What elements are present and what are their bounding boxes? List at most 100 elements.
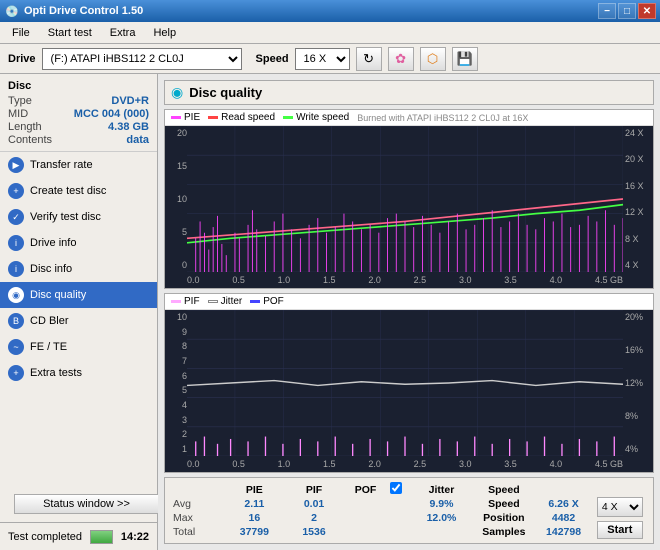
sidebar-item-transfer-rate[interactable]: ▶ Transfer rate bbox=[0, 152, 157, 178]
pif-legend-label: PIF bbox=[184, 296, 200, 307]
menu-file[interactable]: File bbox=[4, 25, 38, 41]
progress-bar bbox=[90, 530, 113, 544]
create-test-disc-label: Create test disc bbox=[30, 185, 106, 197]
disc-type-label: Type bbox=[8, 95, 32, 107]
max-pif: 2 bbox=[287, 511, 341, 525]
top-y-labels: 20 15 10 5 0 bbox=[165, 126, 187, 272]
write-speed-legend-color bbox=[283, 116, 293, 119]
content-area: ◉ Disc quality PIE Read speed Write spee… bbox=[158, 74, 660, 550]
sidebar-item-cd-bler[interactable]: B CD Bler bbox=[0, 308, 157, 334]
max-pos-value: 4482 bbox=[536, 511, 590, 525]
avg-jitter-spacer bbox=[390, 497, 412, 511]
y-label-10: 10 bbox=[165, 194, 187, 204]
avg-pif: 0.01 bbox=[287, 497, 341, 511]
sidebar-item-create-test-disc[interactable]: + Create test disc bbox=[0, 178, 157, 204]
sidebar-item-verify-test-disc[interactable]: ✓ Verify test disc bbox=[0, 204, 157, 230]
sidebar-item-disc-info[interactable]: i Disc info bbox=[0, 256, 157, 282]
disc-mid-value: MCC 004 (000) bbox=[74, 108, 149, 120]
cd-bler-label: CD Bler bbox=[30, 315, 69, 327]
status-text: Test completed bbox=[8, 531, 82, 543]
drive-label: Drive bbox=[8, 53, 36, 65]
sidebar-item-drive-info[interactable]: i Drive info bbox=[0, 230, 157, 256]
drive-select[interactable]: (F:) ATAPI iHBS112 2 CL0J bbox=[42, 48, 242, 70]
legend-jitter: Jitter bbox=[208, 296, 243, 307]
disc-type-value: DVD+R bbox=[111, 95, 149, 107]
status-window-button[interactable]: Status window >> bbox=[14, 494, 159, 514]
titlebar: 💿 Opti Drive Control 1.50 − □ ✕ bbox=[0, 0, 660, 22]
total-jitter-empty bbox=[412, 525, 472, 539]
transfer-rate-icon: ▶ bbox=[8, 157, 24, 173]
pink-button[interactable]: ✿ bbox=[388, 47, 414, 71]
disc-contents-label: Contents bbox=[8, 134, 52, 146]
cd-bler-icon: B bbox=[8, 313, 24, 329]
menubar: File Start test Extra Help bbox=[0, 22, 660, 44]
extra-tests-label: Extra tests bbox=[30, 367, 82, 379]
chart-header: ◉ Disc quality bbox=[164, 80, 654, 105]
y-label-20: 20 bbox=[165, 128, 187, 138]
jitter-checkbox[interactable] bbox=[390, 482, 402, 494]
disc-mid-row: MID MCC 004 (000) bbox=[8, 108, 149, 120]
read-speed-legend-label: Read speed bbox=[221, 112, 275, 123]
max-jitter-spacer bbox=[390, 511, 412, 525]
stats-header-row: PIE PIF POF Jitter Speed bbox=[173, 482, 645, 497]
status-bar: Test completed 14:22 bbox=[0, 522, 157, 550]
total-pif: 1536 bbox=[287, 525, 341, 539]
minimize-button[interactable]: − bbox=[598, 3, 616, 19]
bottom-x-labels: 0.0 0.5 1.0 1.5 2.0 2.5 3.0 3.5 4.0 4.5 … bbox=[187, 456, 623, 472]
disc-mid-label: MID bbox=[8, 108, 28, 120]
stats-speed-header: Speed bbox=[471, 482, 536, 497]
burned-info-text: Burned with ATAPI iHBS112 2 CL0J at 16X bbox=[357, 113, 528, 123]
menu-help[interactable]: Help bbox=[145, 25, 184, 41]
stats-pif-header: PIF bbox=[287, 482, 341, 497]
close-button[interactable]: ✕ bbox=[638, 3, 656, 19]
stats-jitter-header: Jitter bbox=[412, 482, 472, 497]
menu-start-test[interactable]: Start test bbox=[40, 25, 100, 41]
speed-select[interactable]: 16 X Max 8 X 4 X bbox=[295, 48, 350, 70]
save-button[interactable]: 💾 bbox=[452, 47, 478, 71]
nav-items: ▶ Transfer rate + Create test disc ✓ Ver… bbox=[0, 152, 157, 486]
disc-quality-title-icon: ◉ bbox=[171, 84, 183, 101]
speed-select-stats[interactable]: 4 X8 X16 X bbox=[597, 497, 643, 517]
y-label-15: 15 bbox=[165, 161, 187, 171]
refresh-button[interactable]: ↻ bbox=[356, 47, 382, 71]
orange-button[interactable]: ⬡ bbox=[420, 47, 446, 71]
app-title: Opti Drive Control 1.50 bbox=[24, 5, 598, 17]
disc-type-row: Type DVD+R bbox=[8, 95, 149, 107]
total-samples-label: Samples bbox=[471, 525, 536, 539]
stats-start-col bbox=[591, 482, 645, 497]
sidebar-item-fe-te[interactable]: ~ FE / TE bbox=[0, 334, 157, 360]
bottom-chart-svg bbox=[187, 310, 623, 456]
avg-speed-value: 6.26 X bbox=[536, 497, 590, 511]
stats-checkbox-col bbox=[390, 482, 412, 497]
top-y-right-labels: 24 X 20 X 16 X 12 X 8 X 4 X bbox=[623, 126, 653, 272]
fe-te-label: FE / TE bbox=[30, 341, 67, 353]
sidebar-item-disc-quality[interactable]: ◉ Disc quality bbox=[0, 282, 157, 308]
yr-16x: 16 X bbox=[625, 181, 651, 191]
stats-table: PIE PIF POF Jitter Speed Avg 2.11 0.01 bbox=[173, 482, 645, 539]
extra-tests-icon: + bbox=[8, 365, 24, 381]
bottom-chart-svg-area: 10 9 8 7 6 5 4 3 2 1 20% 16% 12% 8% bbox=[165, 310, 653, 472]
menu-extra[interactable]: Extra bbox=[102, 25, 144, 41]
pof-legend-label: POF bbox=[263, 296, 284, 307]
stats-pof-header: POF bbox=[341, 482, 390, 497]
max-pos-label: Position bbox=[471, 511, 536, 525]
maximize-button[interactable]: □ bbox=[618, 3, 636, 19]
disc-info-icon: i bbox=[8, 261, 24, 277]
bottom-legend: PIF Jitter POF bbox=[165, 294, 653, 310]
stats-max-row: Max 16 2 12.0% Position 4482 bbox=[173, 511, 645, 525]
top-x-labels: 0.0 0.5 1.0 1.5 2.0 2.5 3.0 3.5 4.0 4.5 … bbox=[187, 272, 623, 288]
stats-col-label-header bbox=[173, 482, 222, 497]
verify-test-disc-label: Verify test disc bbox=[30, 211, 101, 223]
jitter-legend-label: Jitter bbox=[221, 296, 243, 307]
drive-info-label: Drive info bbox=[30, 237, 76, 249]
transfer-rate-label: Transfer rate bbox=[30, 159, 93, 171]
create-test-disc-icon: + bbox=[8, 183, 24, 199]
stats-pie-header: PIE bbox=[222, 482, 287, 497]
legend-pof: POF bbox=[250, 296, 284, 307]
disc-quality-label: Disc quality bbox=[30, 289, 86, 301]
sidebar-item-extra-tests[interactable]: + Extra tests bbox=[0, 360, 157, 386]
bottom-y-labels: 10 9 8 7 6 5 4 3 2 1 bbox=[165, 310, 187, 456]
legend-read-speed: Read speed bbox=[208, 112, 275, 123]
pie-legend-label: PIE bbox=[184, 112, 200, 123]
start-button[interactable]: Start bbox=[597, 521, 643, 539]
